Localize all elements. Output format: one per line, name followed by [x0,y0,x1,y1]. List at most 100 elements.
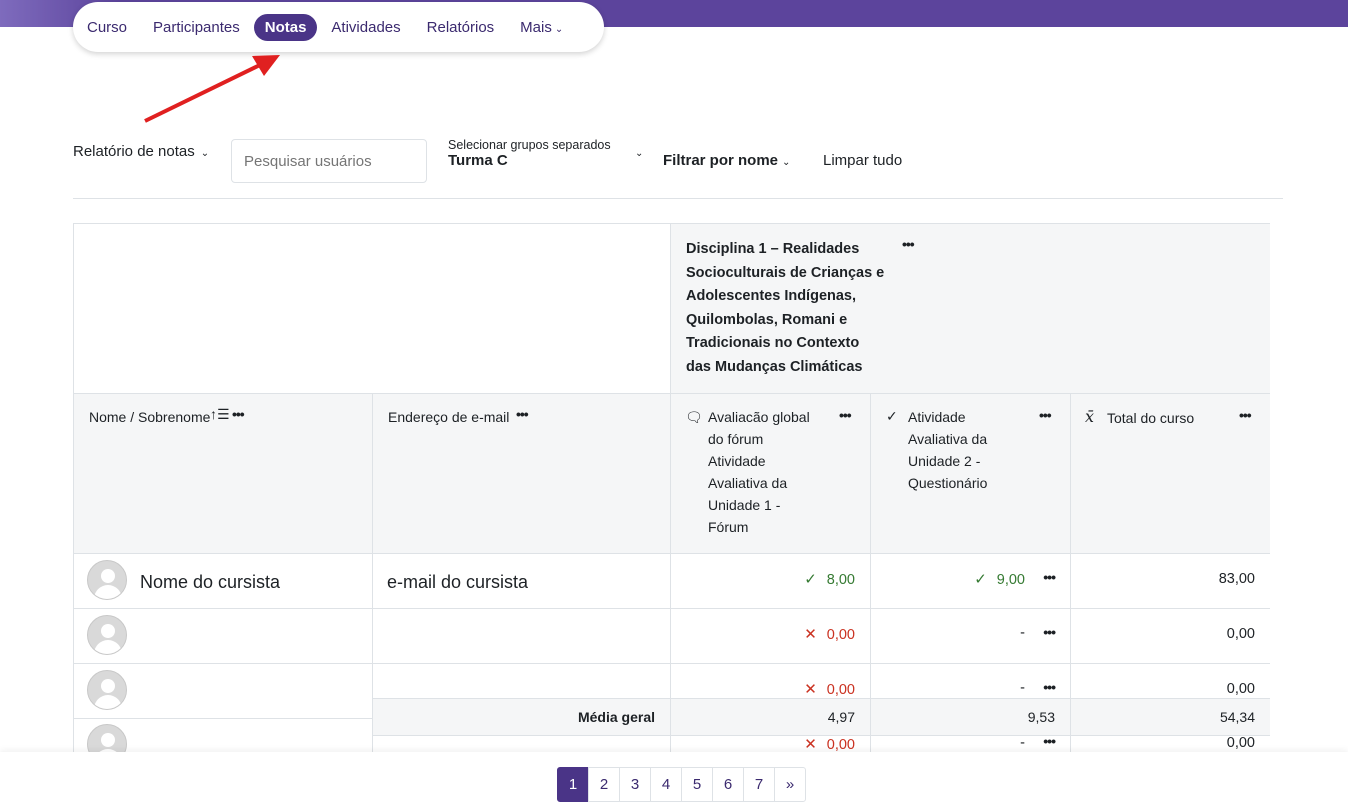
grade-cell-quiz[interactable]: - ••• [871,609,1071,664]
average-total: 54,34 [1071,699,1270,736]
sort-ascending-icon[interactable]: ↑☰ [210,406,230,423]
grader-toolbar: Relatório de notas ⌄ Selecionar grupos se… [73,136,1283,199]
search-users-input[interactable] [231,139,427,183]
grade-cell-quiz[interactable]: ✓ 9,00 ••• [871,554,1071,609]
email-column-menu-button[interactable]: ••• [516,406,529,422]
nav-tab-relatorios[interactable]: Relatórios [427,19,495,36]
nav-tab-curso[interactable]: Curso [87,19,127,36]
column-header-quiz: ✓ Atividade Avaliativa da Unidade 2 - Qu… [871,394,1071,554]
grade-cell-total[interactable]: 0,00 [1071,609,1270,664]
forum-icon: 🗨 [685,409,703,425]
column-total-label[interactable]: Total do curso [1107,407,1194,429]
cell-menu-button[interactable]: ••• [1043,624,1056,640]
page-link-2[interactable]: 2 [588,767,620,802]
average-label: Média geral [373,699,671,736]
page-link-5[interactable]: 5 [681,767,713,802]
grade-value: 8,00 [826,572,855,588]
cross-icon: ✕ [804,626,817,643]
quiz-icon: ✓ [886,408,898,424]
group-selector-label: Selecionar grupos separados [448,138,611,152]
grade-value: 83,00 [1218,571,1255,587]
avatar[interactable] [87,615,127,655]
report-selector-label: Relatório de notas [73,143,195,160]
grade-cell-total[interactable]: 0,00 [1071,735,1270,753]
nav-tab-atividades[interactable]: Atividades [331,19,400,36]
secondary-navigation: Curso Participantes Notas Atividades Rel… [73,2,604,52]
average-forum: 4,97 [671,699,871,736]
name-column-menu-button[interactable]: ••• [232,406,245,422]
grade-cell-forum[interactable]: ✕ 0,00 [671,609,871,664]
category-title: Disciplina 1 – Realidades Socioculturais… [686,241,885,375]
chevron-down-icon: ⌄ [782,157,791,168]
grader-table: Disciplina 1 – Realidades Socioculturais… [73,223,1270,753]
table-row-email: e-mail do cursista [373,554,671,609]
grade-value: 0,00 [826,682,855,698]
grade-value: 0,00 [1226,681,1255,697]
page-link-4[interactable]: 4 [650,767,682,802]
pagination: 1 2 3 4 5 6 7 » [557,767,806,802]
grade-value: 0,00 [826,627,855,643]
nav-more-menu[interactable]: Mais ⌄ [520,19,563,36]
grade-value: 0,00 [1226,735,1255,751]
page-link-1[interactable]: 1 [557,767,589,802]
page-link-7[interactable]: 7 [743,767,775,802]
table-row-name: Nome do cursista [74,554,373,609]
grade-cell-forum[interactable]: ✕ 0,00 [671,736,871,753]
page-next-button[interactable]: » [774,767,806,802]
chevron-down-icon: ⌄ [554,23,564,35]
column-email-label[interactable]: Endereço de e-mail [388,406,509,428]
clear-all-button[interactable]: Limpar tudo [823,152,902,169]
cross-icon: ✕ [804,736,817,753]
student-name[interactable]: Nome do cursista [140,572,280,593]
page-link-6[interactable]: 6 [712,767,744,802]
category-menu-button[interactable]: ••• [902,236,915,252]
page-link-3[interactable]: 3 [619,767,651,802]
check-icon: ✓ [974,571,987,588]
calculator-x-icon: x̄ [1085,407,1095,426]
forum-column-menu-button[interactable]: ••• [839,407,852,423]
grade-cell-quiz[interactable]: - ••• [871,733,1071,753]
column-header-forum: 🗨 Avaliacão global do fórum Atividade Av… [671,394,871,554]
grade-value: 9,00 [996,572,1025,588]
chevron-down-icon: ⌄ [635,148,644,159]
check-icon: ✓ [804,571,817,588]
nav-tab-notas[interactable]: Notas [253,13,318,41]
column-quiz-label[interactable]: Atividade Avaliativa da Unidade 2 - Ques… [908,406,1008,494]
column-header-total: x̄ Total do curso ••• [1071,394,1270,554]
quiz-column-menu-button[interactable]: ••• [1039,407,1052,423]
table-row-name [74,664,373,719]
annotation-arrow-icon [144,55,280,123]
report-selector[interactable]: Relatório de notas ⌄ [73,143,209,160]
grade-cell-forum[interactable]: ✓ 8,00 [671,554,871,609]
cell-menu-button[interactable]: ••• [1043,569,1056,585]
category-header: Disciplina 1 – Realidades Socioculturais… [671,224,1270,394]
total-column-menu-button[interactable]: ••• [1239,407,1252,423]
avatar[interactable] [87,724,127,753]
column-name-label[interactable]: Nome / Sobrenome [89,406,210,428]
avatar[interactable] [87,560,127,600]
category-header-blank [74,224,671,394]
cross-icon: ✕ [804,681,817,698]
column-header-name: Nome / Sobrenome ↑☰ ••• [74,394,373,554]
group-selector-value: Turma C [448,152,508,169]
group-selector[interactable]: Selecionar grupos separados Turma C ⌄ [448,138,644,169]
grade-cell-total[interactable]: 83,00 [1071,554,1270,609]
table-row-name [74,719,373,753]
grade-value: - [1020,625,1025,641]
overall-average-row: Média geral 4,97 9,53 54,34 [373,698,1270,736]
column-forum-label[interactable]: Avaliacão global do fórum Atividade Aval… [708,406,818,538]
nav-tab-participantes[interactable]: Participantes [153,19,240,36]
filter-by-name-label: Filtrar por nome [663,152,779,169]
nav-more-label: Mais [520,18,552,36]
average-quiz: 9,53 [871,699,1071,736]
table-row-email [373,609,671,664]
chevron-down-icon: ⌄ [200,148,210,159]
grade-value: 0,00 [826,737,855,753]
student-email: e-mail do cursista [387,572,529,592]
table-row-email [373,736,671,753]
filter-by-name-button[interactable]: Filtrar por nome ⌄ [663,152,790,169]
column-header-email: Endereço de e-mail ••• [373,394,671,554]
grade-value: 0,00 [1226,626,1255,642]
cell-menu-button[interactable]: ••• [1043,679,1056,695]
avatar[interactable] [87,670,127,710]
